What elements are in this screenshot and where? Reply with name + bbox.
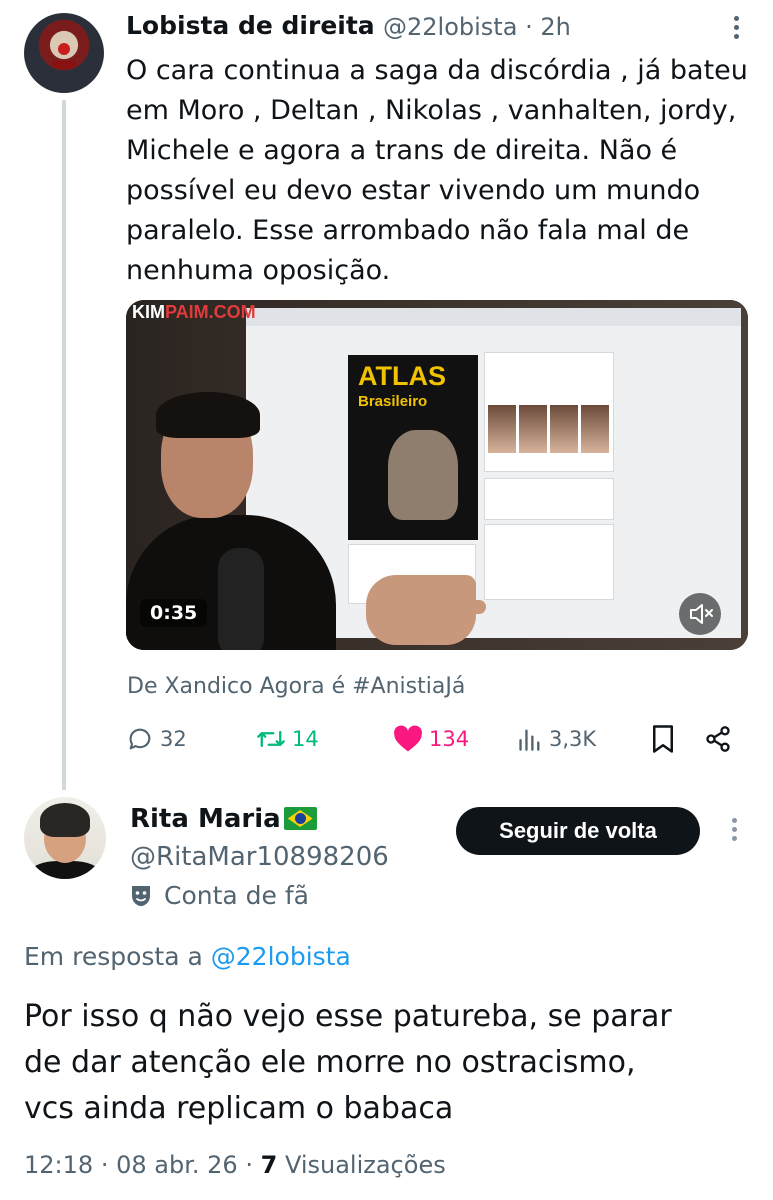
views-count: 3,3K <box>549 727 597 751</box>
share-button[interactable] <box>704 720 732 758</box>
brazil-flag-icon <box>283 807 317 830</box>
author-name[interactable]: Lobista de direita <box>126 11 375 40</box>
video-watermark: KIMPAIM.COM <box>132 302 256 322</box>
bookmark-icon <box>653 725 673 753</box>
analytics-icon <box>519 729 540 751</box>
screen-card <box>484 524 614 600</box>
separator: · <box>100 1151 109 1179</box>
photo-strip <box>488 405 609 453</box>
microphone <box>218 548 264 650</box>
like-count: 134 <box>429 727 470 751</box>
book-subtitle: Brasileiro <box>358 393 428 410</box>
more-vertical-icon <box>722 816 746 841</box>
reply-count: 32 <box>160 727 187 751</box>
share-icon <box>706 726 730 752</box>
thread-line <box>62 100 66 790</box>
book-title: ATLAS <box>358 361 446 391</box>
avatar-nose <box>58 43 70 55</box>
avatar[interactable] <box>24 13 104 93</box>
account-label: Conta de fã <box>130 881 309 910</box>
reply-author-name[interactable]: Rita Maria <box>130 804 317 834</box>
views-count-bold: 7 <box>260 1151 278 1179</box>
video-duration: 0:35 <box>140 599 208 627</box>
presenter-hair <box>156 392 260 438</box>
reply-icon <box>129 728 151 750</box>
reply-date[interactable]: 08 abr. 26 <box>116 1151 238 1179</box>
in-reply-handle-link[interactable]: @22lobista <box>211 942 351 971</box>
tweet-text: O cara continua a saga da discórdia , já… <box>126 55 748 286</box>
mute-button[interactable] <box>679 593 721 635</box>
repost-count: 14 <box>292 727 319 751</box>
video-player[interactable]: ATLAS Brasileiro KIMPAIM.COM 0:35 <box>126 300 748 650</box>
views-label[interactable]: Visualizações <box>285 1151 446 1179</box>
source-line[interactable]: De Xandico Agora é #AnistiaJá <box>127 674 465 699</box>
in-reply-prefix: Em resposta a <box>24 942 203 971</box>
reply-time[interactable]: 12:18 <box>24 1151 93 1179</box>
like-button[interactable]: 134 <box>393 720 469 758</box>
reply-author-name-text: Rita Maria <box>130 804 281 834</box>
screen-card <box>484 478 614 520</box>
repost-icon <box>257 730 285 748</box>
author-handle-time: @22lobista · 2h <box>383 13 571 41</box>
avatar-mouth <box>52 61 76 69</box>
views-button[interactable]: 3,3K <box>517 720 596 758</box>
reply-text: Por isso q não vejo esse patureba, se pa… <box>24 999 672 1126</box>
repost-button[interactable]: 14 <box>256 720 319 758</box>
author-handle[interactable]: @22lobista <box>383 13 517 41</box>
reply-author-handle[interactable]: @RitaMar10898206 <box>130 842 389 872</box>
follow-back-button[interactable]: Seguir de volta <box>456 807 700 855</box>
theater-masks-icon <box>132 885 150 906</box>
account-label-text: Conta de fã <box>164 881 309 910</box>
presenter-finger <box>426 600 486 614</box>
heart-icon <box>394 725 422 752</box>
more-options-button[interactable] <box>724 14 748 44</box>
bookmark-button[interactable] <box>650 720 676 758</box>
reply-button[interactable]: 32 <box>126 720 187 758</box>
separator: · <box>525 13 533 41</box>
more-vertical-icon <box>724 14 748 39</box>
reply-more-options-button[interactable] <box>722 816 746 846</box>
post-time[interactable]: 2h <box>540 13 570 41</box>
reply-author-avatar[interactable] <box>24 797 106 879</box>
reply-metadata: 12:18 · 08 abr. 26 · 7 Visualizações <box>24 1151 446 1179</box>
separator: · <box>245 1151 253 1179</box>
in-reply-to: Em resposta a @22lobista <box>24 942 351 971</box>
speaker-muted-icon <box>690 604 713 624</box>
book-cover: ATLAS Brasileiro <box>348 355 478 540</box>
